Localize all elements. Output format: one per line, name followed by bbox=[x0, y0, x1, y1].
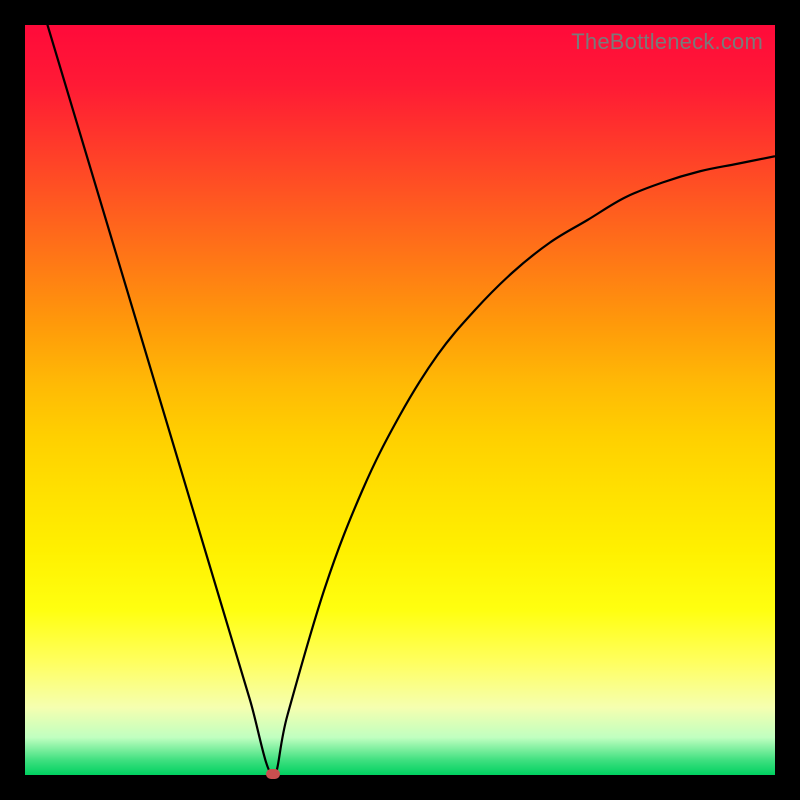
curve-svg bbox=[25, 25, 775, 775]
chart-plot-area: TheBottleneck.com bbox=[25, 25, 775, 775]
bottleneck-curve bbox=[25, 25, 775, 775]
min-marker bbox=[266, 769, 280, 779]
